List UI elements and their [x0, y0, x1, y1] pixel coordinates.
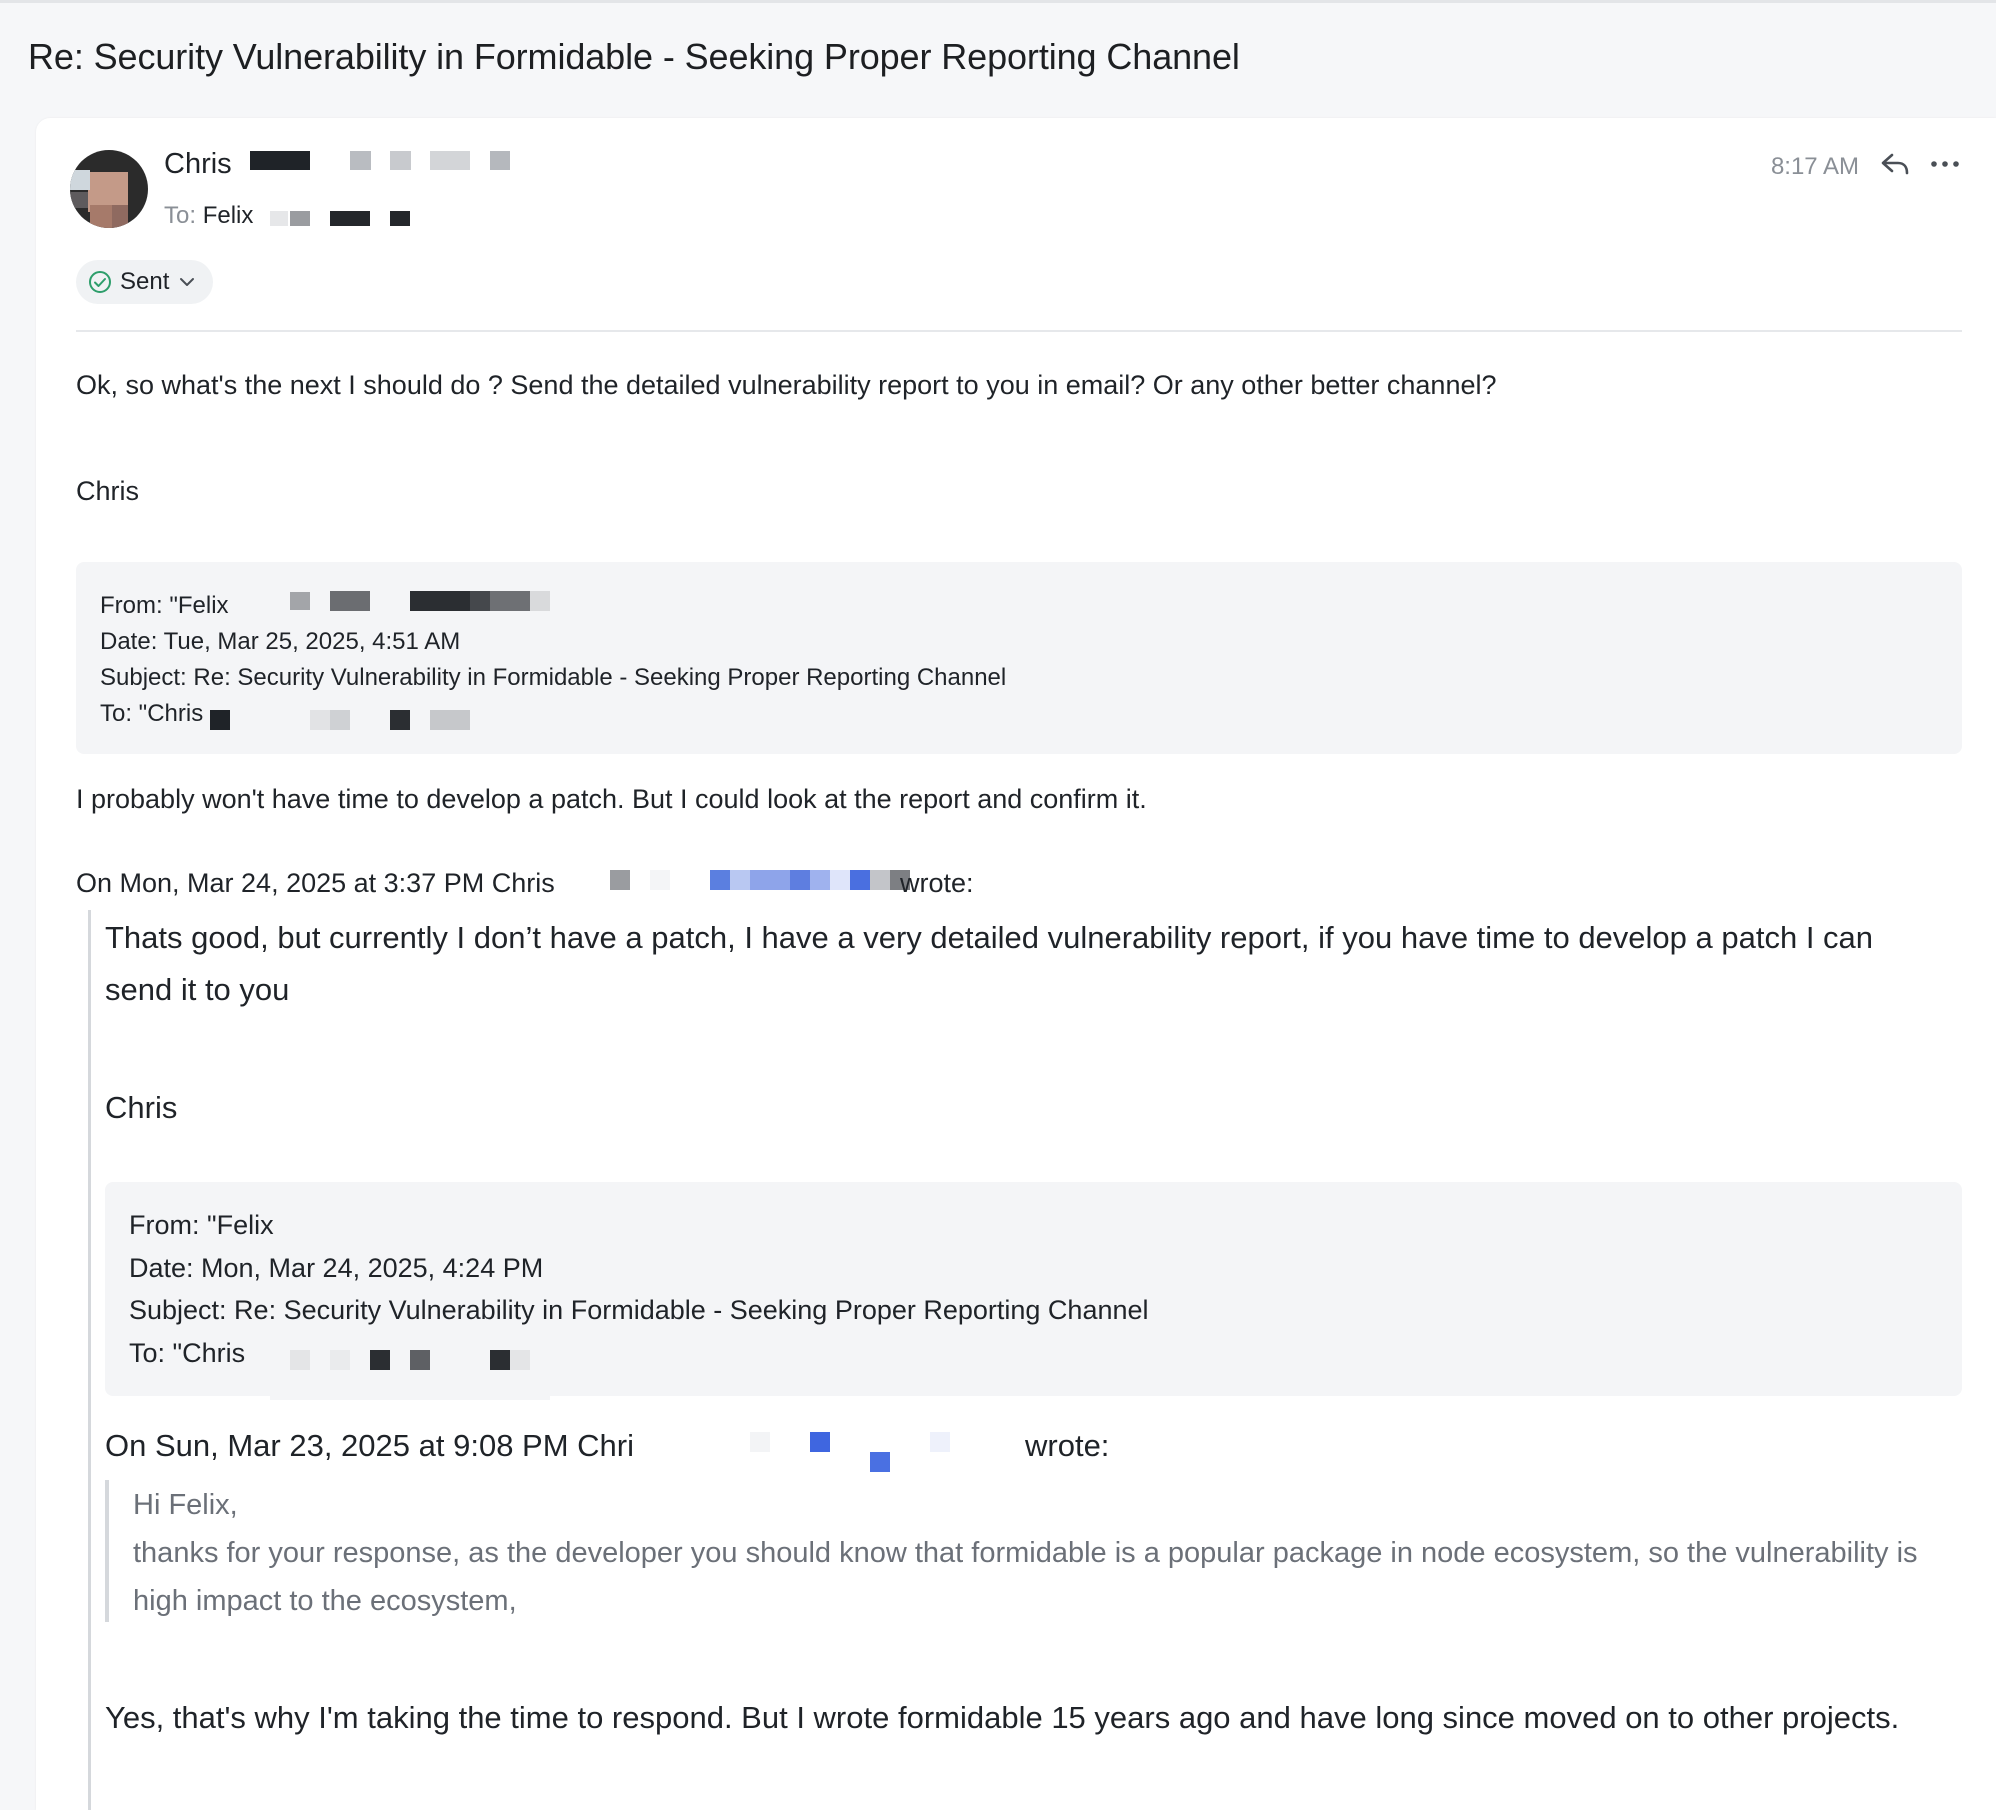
redaction — [250, 151, 310, 170]
recipient-name[interactable]: Felix — [203, 202, 254, 229]
redaction — [870, 870, 890, 890]
nested-reply-text: Yes, that's why I'm taking the time to r… — [105, 1700, 1900, 1735]
redaction — [930, 1432, 950, 1452]
redaction — [870, 1452, 890, 1472]
redaction — [290, 592, 310, 610]
quote-attribution: On Mon, Mar 24, 2025 at 3:37 PM Chris — [76, 868, 555, 899]
forward-date: Date: Mon, Mar 24, 2025, 4:24 PM — [129, 1253, 544, 1283]
redaction — [510, 1350, 530, 1370]
email-subject: Re: Security Vulnerability in Formidable… — [28, 36, 1240, 77]
redaction — [430, 710, 470, 730]
top-border — [0, 0, 1996, 3]
sender-name[interactable]: Chris — [164, 148, 232, 181]
sent-label: Sent — [120, 268, 170, 295]
redaction — [650, 870, 670, 890]
redaction — [350, 151, 371, 170]
redaction — [610, 870, 630, 890]
redaction — [210, 710, 230, 730]
nested-attribution-start: On Sun, Mar 23, 2025 at 9:08 PM Chri — [105, 1428, 634, 1463]
forward-to: To: "Chris — [129, 1338, 246, 1368]
forward-to: To: "Chris — [100, 700, 204, 727]
redaction — [850, 870, 870, 890]
redaction — [330, 1350, 350, 1370]
redaction — [730, 870, 750, 890]
redaction — [470, 591, 490, 611]
redaction — [390, 710, 410, 730]
nested-attribution-end: wrote: — [1025, 1428, 1110, 1463]
forward-subject: Subject: Re: Security Vulnerability in F… — [129, 1295, 1149, 1325]
check-circle-icon — [89, 271, 111, 293]
redaction — [810, 870, 830, 890]
redaction — [290, 211, 310, 226]
reply-icon[interactable] — [1879, 148, 1911, 180]
message-signature: Chris — [76, 476, 140, 506]
nested-quote-bar — [105, 1480, 109, 1622]
to-label: To: — [164, 202, 197, 229]
redaction — [330, 211, 370, 226]
forward-from: From: "Felix — [129, 1210, 274, 1240]
redaction — [490, 591, 530, 611]
redaction — [390, 151, 411, 170]
redaction — [270, 211, 288, 226]
message-time: 8:17 AM — [1770, 153, 1859, 180]
sent-status-button[interactable]: Sent — [76, 260, 214, 304]
header-divider — [76, 330, 1962, 332]
to-line: To: Felix — [164, 202, 253, 230]
avatar[interactable] — [70, 150, 148, 228]
redaction — [410, 1350, 430, 1370]
redaction — [330, 591, 370, 611]
quoted-text: Thats good, but currently I don’t have a… — [105, 920, 1874, 1007]
message-line: Ok, so what's the next I should do ? Sen… — [76, 370, 1497, 400]
redaction — [290, 1212, 690, 1240]
forward-date: Date: Tue, Mar 25, 2025, 4:51 AM — [100, 628, 461, 655]
redaction — [810, 1432, 830, 1452]
attribution-end: wrote: — [900, 868, 974, 898]
redaction — [370, 1350, 390, 1370]
redaction — [710, 870, 730, 890]
redaction — [410, 591, 470, 611]
redaction — [430, 151, 470, 170]
attribution-start: On Mon, Mar 24, 2025 at 3:37 PM Chris — [76, 868, 555, 898]
redaction — [390, 211, 410, 226]
redaction — [290, 1350, 310, 1370]
more-icon[interactable] — [1928, 148, 1962, 180]
reply-text: I probably won't have time to develop a … — [76, 784, 1147, 814]
redaction — [490, 1350, 510, 1370]
redaction — [490, 151, 510, 170]
redaction — [330, 710, 350, 730]
quote-bar — [88, 910, 91, 1810]
redaction — [750, 1432, 770, 1452]
redaction — [530, 591, 550, 611]
redaction — [790, 870, 810, 890]
nested-greeting: Hi Felix, — [133, 1489, 238, 1521]
quoted-signature: Chris — [105, 1090, 178, 1125]
forward-from: From: "Felix — [100, 592, 229, 619]
redaction — [830, 870, 850, 890]
redaction — [750, 870, 790, 890]
forward-subject: Subject: Re: Security Vulnerability in F… — [100, 664, 1007, 691]
chevron-down-icon — [180, 278, 195, 286]
nested-quoted-text: thanks for your response, as the develop… — [133, 1537, 1918, 1617]
